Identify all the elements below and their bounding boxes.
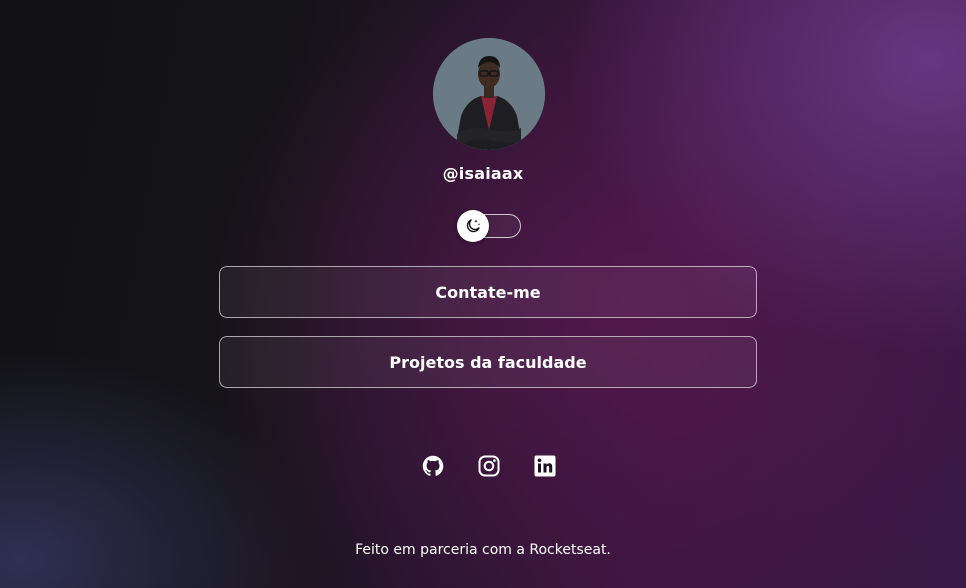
footer-text: Feito em parceria com a Rocketseat. <box>355 542 611 558</box>
profile-avatar <box>433 38 545 150</box>
projects-button[interactable]: Projetos da faculdade <box>219 336 757 388</box>
toggle-knob[interactable] <box>457 210 489 242</box>
linkedin-icon[interactable] <box>533 454 557 478</box>
moon-stars-icon <box>466 219 481 233</box>
page-container: @isaiaax Contate-me Projetos da faculdad… <box>0 0 966 588</box>
theme-toggle[interactable] <box>457 210 521 242</box>
instagram-icon[interactable] <box>477 454 501 478</box>
username: @isaiaax <box>442 164 524 183</box>
profile-photo <box>433 38 545 150</box>
contact-button[interactable]: Contate-me <box>219 266 757 318</box>
github-icon[interactable] <box>421 454 445 478</box>
